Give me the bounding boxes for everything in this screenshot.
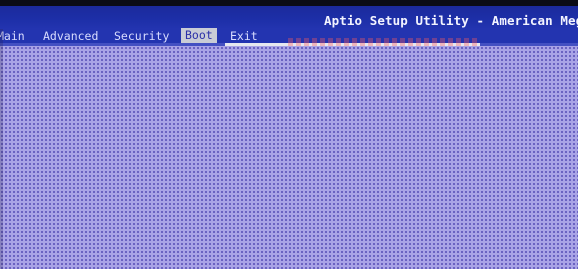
bios-screen: Aptio Setup Utility - American Meg Main …	[0, 0, 578, 269]
tab-boot[interactable]: Boot	[181, 28, 217, 43]
tab-advanced[interactable]: Advanced	[43, 29, 98, 43]
app-title: Aptio Setup Utility - American Meg	[324, 13, 578, 28]
screen-edge	[0, 29, 3, 269]
tab-security[interactable]: Security	[114, 29, 169, 43]
tab-exit[interactable]: Exit	[230, 29, 258, 43]
content-area	[0, 46, 578, 269]
tab-main[interactable]: Main	[0, 29, 25, 43]
